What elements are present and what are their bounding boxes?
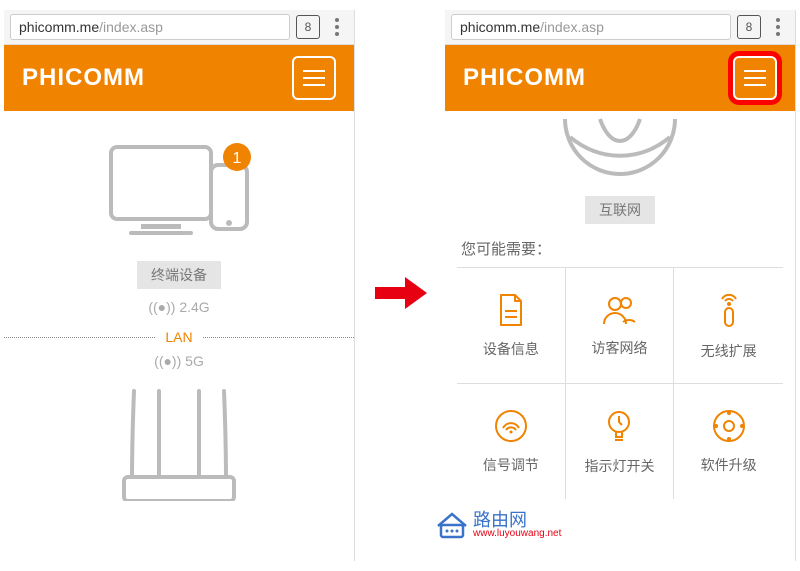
grid-device-info[interactable]: 设备信息 (457, 268, 566, 384)
tab-count-button[interactable]: 8 (737, 15, 761, 39)
screen-right: phicomm.me/index.asp 8 PHICOMM 互联网 您可能需要… (445, 10, 796, 561)
watermark-url: www.luyouwang.net (473, 529, 561, 539)
internet-illustration: 互联网 (445, 111, 795, 224)
terminal-label: 终端设备 (137, 261, 221, 289)
url-host: phicomm.me (460, 19, 540, 35)
url-path: /index.asp (99, 19, 163, 35)
watermark: 路由网 www.luyouwang.net (435, 510, 561, 540)
grid-software-upgrade[interactable]: 软件升级 (674, 384, 783, 499)
kebab-menu-icon[interactable] (767, 18, 789, 36)
brand-logo: PHICOMM (22, 64, 145, 92)
app-header: PHICOMM (445, 45, 795, 111)
tab-count-button[interactable]: 8 (296, 15, 320, 39)
document-icon (496, 293, 526, 327)
repeater-icon (716, 291, 742, 329)
signal-icon (494, 409, 528, 443)
url-input[interactable]: phicomm.me/index.asp (10, 14, 290, 40)
grid-signal-adjust[interactable]: 信号调节 (457, 384, 566, 499)
watermark-title: 路由网 (473, 511, 561, 529)
cell-label: 设备信息 (483, 339, 539, 359)
bulb-icon (605, 408, 633, 444)
device-count-badge: 1 (233, 150, 242, 167)
wifi-icon: ((●)) (154, 353, 181, 369)
browser-bar: phicomm.me/index.asp 8 (4, 10, 354, 45)
hamburger-menu-button[interactable] (292, 56, 336, 100)
cell-label: 软件升级 (701, 455, 757, 475)
app-header: PHICOMM (4, 45, 354, 111)
hamburger-menu-button[interactable] (733, 56, 777, 100)
router-illustration (4, 381, 354, 506)
lan-label: LAN (155, 329, 202, 345)
url-host: phicomm.me (19, 19, 99, 35)
screen-left: phicomm.me/index.asp 8 PHICOMM 1 终端设备 (4, 10, 355, 561)
grid-wireless-extend[interactable]: 无线扩展 (674, 268, 783, 384)
content-right: 互联网 您可能需要： 设备信息 访客网络 无线扩展 信号调节 (445, 111, 795, 561)
internet-label: 互联网 (585, 196, 655, 224)
watermark-icon (435, 510, 469, 540)
terminal-devices-illustration: 1 终端设备 ((●)) 2.4G (4, 111, 354, 315)
content-left: 1 终端设备 ((●)) 2.4G LAN ((●)) 5G (4, 111, 354, 561)
section-title: 您可能需要： (445, 224, 795, 267)
lan-divider: LAN (4, 329, 354, 345)
browser-bar: phicomm.me/index.asp 8 (445, 10, 795, 45)
grid-led-switch[interactable]: 指示灯开关 (566, 384, 675, 499)
arrow-right-icon (373, 275, 429, 311)
wifi-24g-label: ((●)) 2.4G (4, 299, 354, 315)
wifi-icon: ((●)) (148, 299, 175, 315)
cell-label: 无线扩展 (701, 341, 757, 361)
cell-label: 信号调节 (483, 455, 539, 475)
url-path: /index.asp (540, 19, 604, 35)
cell-label: 访客网络 (591, 338, 647, 358)
url-input[interactable]: phicomm.me/index.asp (451, 14, 731, 40)
guests-icon (601, 294, 637, 326)
feature-grid: 设备信息 访客网络 无线扩展 信号调节 指示灯开关 (457, 267, 783, 499)
wifi-5g-label: ((●)) 5G (4, 353, 354, 369)
upgrade-icon (712, 409, 746, 443)
brand-logo: PHICOMM (463, 64, 586, 92)
kebab-menu-icon[interactable] (326, 18, 348, 36)
cell-label: 指示灯开关 (584, 456, 654, 476)
grid-guest-network[interactable]: 访客网络 (566, 268, 675, 384)
